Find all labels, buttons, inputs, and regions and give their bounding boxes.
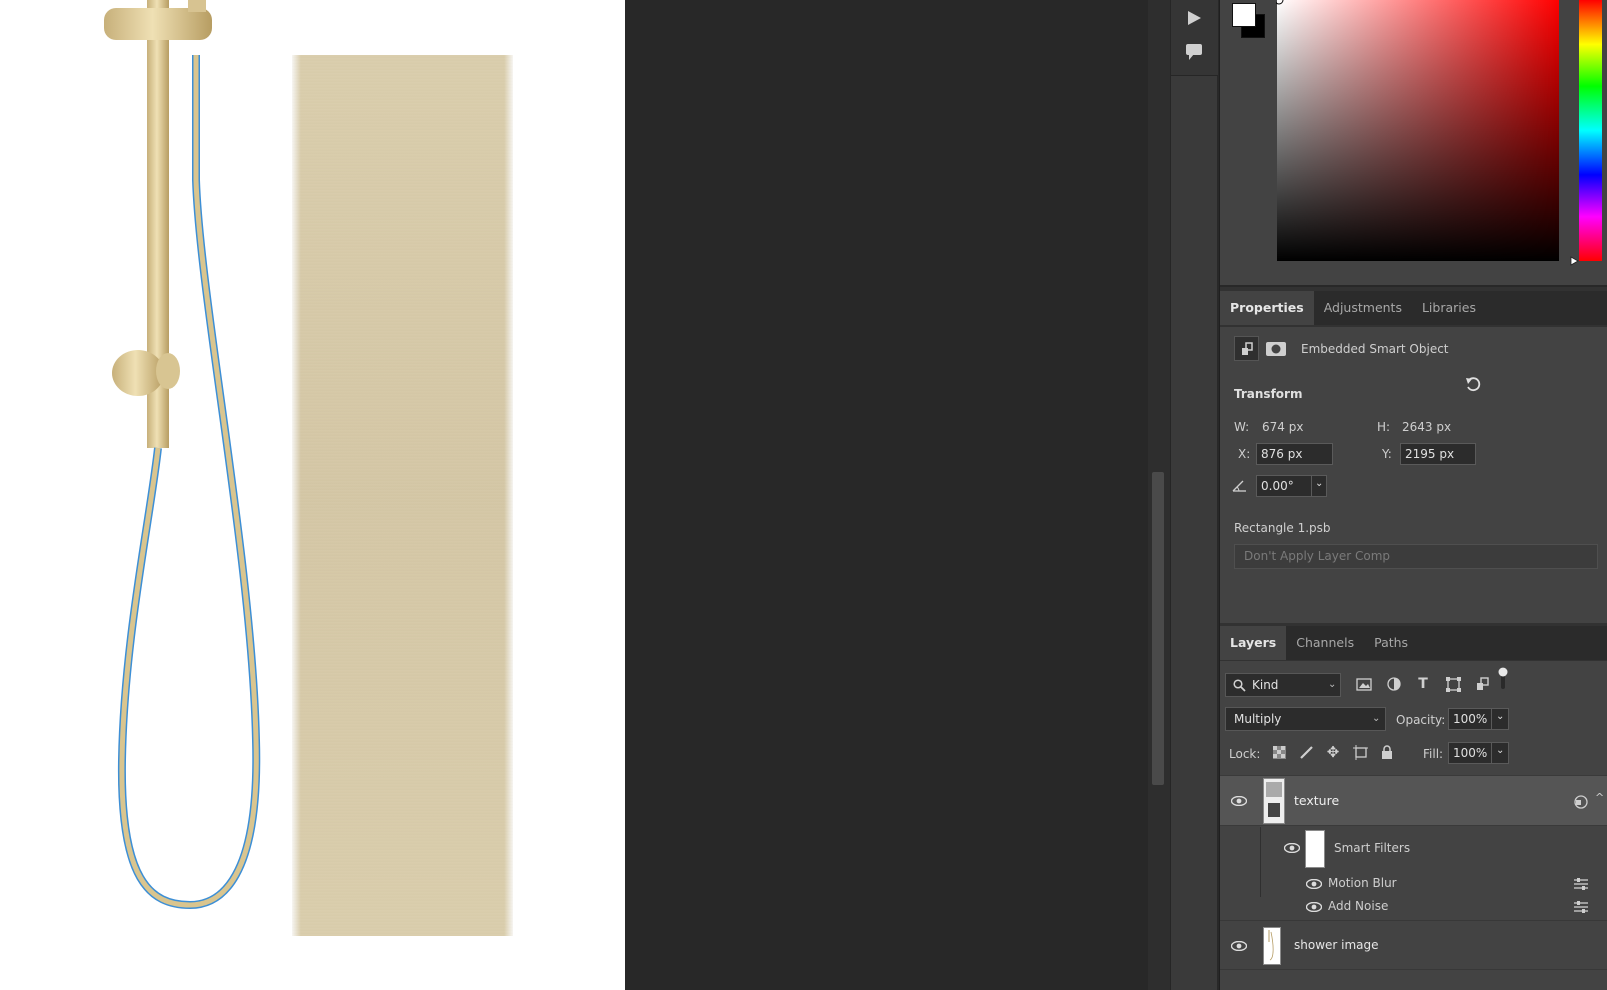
top-bracket [104, 8, 212, 40]
filter-adjustment-icon[interactable] [1385, 675, 1403, 693]
foreground-color-swatch[interactable] [1232, 3, 1256, 27]
collapse-effects-icon[interactable]: ^ [1595, 791, 1604, 804]
visibility-eye-icon[interactable] [1284, 843, 1300, 853]
linked-file-name: Rectangle 1.psb [1234, 521, 1331, 535]
search-icon [1233, 679, 1246, 692]
document-canvas[interactable] [0, 0, 625, 990]
layer-name[interactable]: shower image [1294, 938, 1379, 952]
x-label: X: [1238, 447, 1251, 461]
chevron-down-icon: ⌄ [1328, 679, 1337, 690]
layer-thumbnail [1263, 778, 1285, 824]
hue-slider[interactable] [1579, 0, 1602, 261]
layer-row-texture[interactable]: texture ^ [1220, 775, 1607, 826]
layer-thumbnail [1263, 927, 1281, 965]
object-type-label: Embedded Smart Object [1301, 342, 1449, 356]
properties-panel: Embedded Smart Object Transform W: 674 p… [1220, 327, 1607, 623]
lock-artboard-icon[interactable] [1352, 744, 1368, 760]
right-panels: Properties Adjustments Libraries Embedde… [1219, 0, 1607, 990]
layers-panel: Kind ⌄ T Multiply ⌄ Opacity: 100% ⌄ Lock… [1220, 661, 1607, 990]
filter-name[interactable]: Add Noise [1328, 899, 1388, 913]
fill-label: Fill: [1423, 747, 1444, 761]
canvas-scrollbar[interactable] [1148, 0, 1170, 990]
tab-libraries[interactable]: Libraries [1412, 291, 1486, 325]
y-position-field[interactable]: 2195 px [1400, 443, 1476, 465]
lock-label: Lock: [1229, 747, 1261, 761]
smart-filter-mask-thumbnail [1305, 830, 1325, 868]
visibility-eye-icon[interactable] [1231, 796, 1247, 806]
hue-slider-marker[interactable] [1570, 256, 1580, 266]
mask-icon[interactable] [1263, 336, 1288, 361]
angle-icon [1232, 480, 1246, 492]
lock-image-pixels-icon[interactable] [1298, 744, 1314, 760]
tab-adjustments[interactable]: Adjustments [1314, 291, 1412, 325]
tab-channels[interactable]: Channels [1286, 626, 1364, 660]
width-label: W: [1234, 420, 1250, 434]
lock-transparent-pixels-icon[interactable] [1271, 744, 1287, 760]
x-position-field[interactable]: 876 px [1256, 443, 1333, 465]
layer-row-add-noise[interactable]: Add Noise [1220, 895, 1607, 918]
height-value: 2643 px [1402, 420, 1452, 434]
filter-toggle-icon[interactable] [1496, 667, 1510, 689]
height-label: H: [1377, 420, 1391, 434]
color-picker-panel [1220, 0, 1607, 287]
filter-name[interactable]: Motion Blur [1328, 876, 1397, 890]
transform-heading: Transform [1234, 387, 1303, 401]
filter-pixel-icon[interactable] [1355, 675, 1373, 693]
layer-name[interactable]: texture [1294, 793, 1339, 808]
reset-transform-icon[interactable] [1464, 376, 1482, 394]
tab-properties[interactable]: Properties [1220, 291, 1314, 325]
opacity-field[interactable]: 100% [1448, 708, 1492, 730]
brushed-texture-rectangle [292, 55, 513, 936]
tab-layers[interactable]: Layers [1220, 626, 1287, 660]
lock-position-icon[interactable]: ✥ [1325, 743, 1341, 761]
angle-field[interactable]: 0.00° [1256, 475, 1312, 497]
lock-all-icon[interactable] [1379, 744, 1395, 760]
smart-object-icon[interactable] [1234, 336, 1259, 361]
fill-slider-toggle[interactable]: ⌄ [1491, 742, 1509, 764]
hose-outline [117, 55, 261, 910]
tab-paths[interactable]: Paths [1364, 626, 1418, 660]
filter-shape-icon[interactable] [1444, 675, 1462, 693]
layer-row-smart-filters[interactable]: Smart Filters [1220, 827, 1607, 897]
panel-dock-strip [1170, 0, 1218, 990]
blend-mode-select[interactable]: Multiply [1225, 707, 1386, 731]
width-value: 674 px [1262, 420, 1304, 434]
angle-dropdown[interactable]: ⌄ [1311, 475, 1327, 497]
properties-tabbar: Properties Adjustments Libraries [1220, 291, 1607, 325]
comment-icon[interactable] [1183, 41, 1205, 63]
filter-smart-object-icon[interactable] [1474, 675, 1492, 693]
pasteboard [625, 0, 1148, 990]
visibility-eye-icon[interactable] [1306, 902, 1322, 912]
filter-type-icon[interactable]: T [1414, 675, 1432, 693]
scrollbar-thumb[interactable] [1152, 472, 1164, 785]
layer-row-shower-image[interactable]: shower image [1220, 920, 1607, 970]
smart-filters-label: Smart Filters [1334, 841, 1411, 855]
visibility-eye-icon[interactable] [1231, 941, 1247, 951]
smart-object-link-icon [1574, 795, 1588, 809]
hose [119, 55, 259, 908]
color-spectrum-field[interactable] [1277, 0, 1559, 261]
layer-comp-select[interactable]: Don't Apply Layer Comp [1234, 544, 1598, 569]
chevron-down-icon: ⌄ [1372, 713, 1381, 724]
layers-tabbar: Layers Channels Paths [1220, 626, 1607, 660]
color-cursor [1276, 0, 1284, 5]
fill-field[interactable]: 100% [1448, 742, 1492, 764]
visibility-eye-icon[interactable] [1306, 879, 1322, 889]
opacity-slider-toggle[interactable]: ⌄ [1491, 708, 1509, 730]
filter-blending-options-icon[interactable] [1574, 901, 1588, 913]
y-label: Y: [1382, 447, 1392, 461]
dock-button-group [1171, 0, 1218, 76]
filter-blending-options-icon[interactable] [1574, 878, 1588, 890]
play-icon[interactable] [1183, 7, 1205, 29]
opacity-label: Opacity: [1396, 713, 1446, 727]
layer-row-motion-blur[interactable]: Motion Blur [1220, 872, 1607, 895]
